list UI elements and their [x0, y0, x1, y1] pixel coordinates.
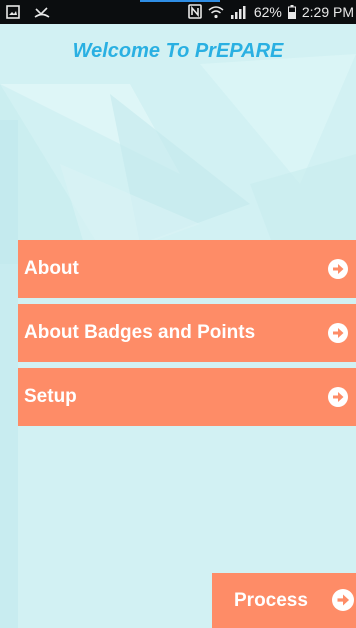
signal-icon: [230, 3, 248, 20]
status-right-icons: 62% 2:29 PM: [188, 3, 354, 20]
battery-icon: [287, 3, 296, 20]
status-left-icons: [6, 3, 50, 20]
wifi-icon: [208, 3, 224, 20]
status-time: 2:29 PM: [301, 3, 354, 20]
process-button[interactable]: Process: [212, 573, 356, 628]
about-button[interactable]: About: [18, 240, 356, 298]
process-label: Process: [234, 589, 308, 611]
page-title: Welcome To PrEPARE: [72, 40, 284, 62]
arrow-right-circle-icon: [328, 259, 348, 279]
arrow-right-circle-icon: [332, 589, 354, 611]
status-bar: 62% 2:29 PM: [0, 0, 356, 24]
status-accent-line: [140, 0, 220, 2]
setup-label: Setup: [24, 386, 77, 407]
battery-percentage: 62%: [253, 3, 282, 20]
about-badges-label: About Badges and Points: [24, 322, 256, 343]
nfc-icon: [188, 3, 202, 20]
gallery-notification-icon: [6, 3, 20, 20]
missed-call-icon: [34, 3, 50, 20]
arrow-right-circle-icon: [328, 387, 348, 407]
about-badges-button[interactable]: About Badges and Points: [18, 304, 356, 362]
setup-button[interactable]: Setup: [18, 368, 356, 426]
arrow-right-circle-icon: [328, 323, 348, 343]
about-label: About: [24, 258, 79, 279]
side-shadow: [0, 120, 18, 628]
main-screen: Welcome To PrEPARE About About Badges an…: [0, 24, 356, 628]
